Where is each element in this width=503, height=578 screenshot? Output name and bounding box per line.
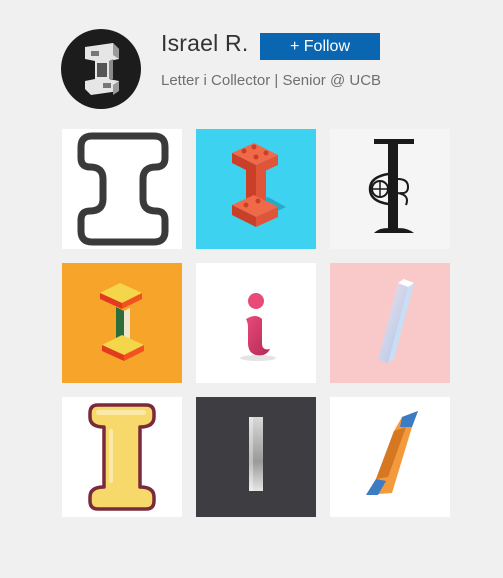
gallery-tile[interactable] bbox=[196, 263, 316, 383]
profile-name: Israel R. bbox=[161, 30, 249, 56]
gradient-slanted-i-icon bbox=[330, 263, 450, 383]
ornate-decorative-i-icon bbox=[330, 129, 450, 249]
isometric-3d-i-icon bbox=[62, 263, 182, 383]
pink-dot-lowercase-i-icon bbox=[196, 263, 316, 383]
avatar[interactable] bbox=[61, 29, 141, 109]
gallery-tile[interactable] bbox=[330, 263, 450, 383]
gallery-tile[interactable] bbox=[330, 397, 450, 517]
red-brick-i-icon bbox=[196, 129, 316, 249]
profile-bio: Letter i Collector | Senior @ UCB bbox=[161, 72, 382, 89]
outlined-capital-i-icon bbox=[62, 129, 182, 249]
metallic-bar-i-icon bbox=[196, 397, 316, 517]
gallery-tile[interactable] bbox=[62, 129, 182, 249]
orange-blue-ribbon-i-icon bbox=[330, 397, 450, 517]
yellow-bubble-i-icon bbox=[62, 397, 182, 517]
gallery-tile[interactable] bbox=[62, 397, 182, 517]
block-letter-i-icon bbox=[85, 43, 119, 95]
letter-gallery bbox=[62, 129, 450, 517]
follow-button[interactable]: + Follow bbox=[260, 33, 380, 60]
gallery-tile[interactable] bbox=[196, 129, 316, 249]
gallery-tile[interactable] bbox=[196, 397, 316, 517]
gallery-tile[interactable] bbox=[62, 263, 182, 383]
gallery-tile[interactable] bbox=[330, 129, 450, 249]
